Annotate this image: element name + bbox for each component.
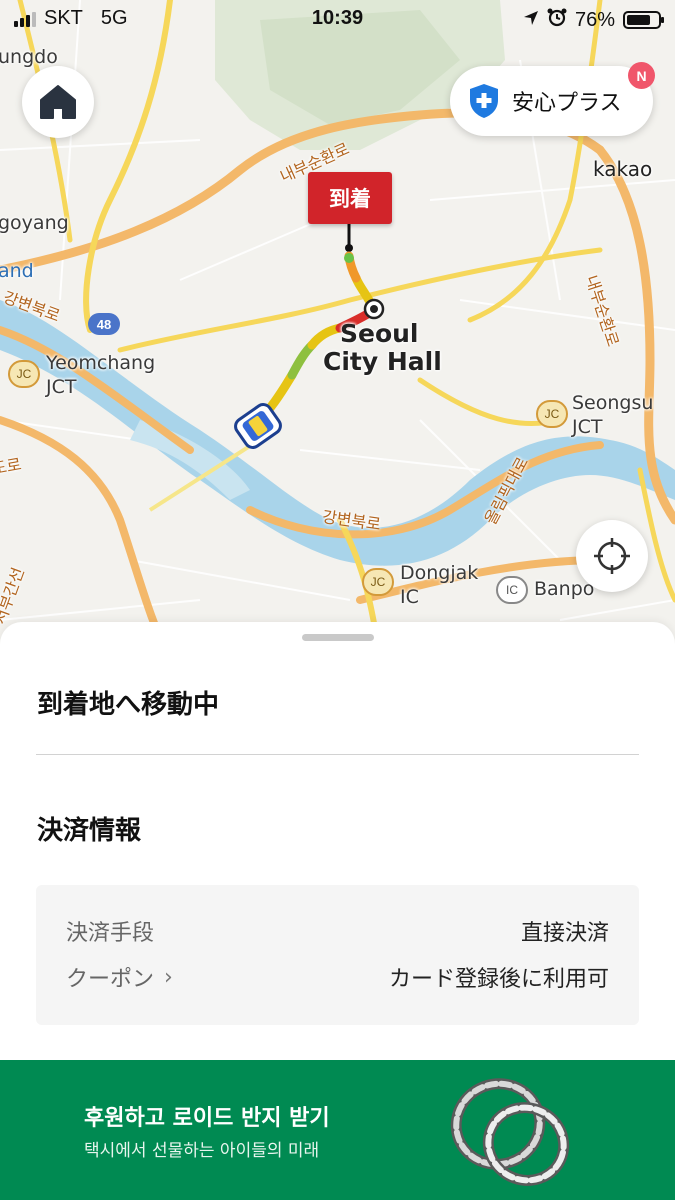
home-button[interactable] [22,66,94,138]
current-location-button[interactable] [576,520,648,592]
payment-method-row: 決済手段 直接決済 [66,915,609,947]
anshin-plus-button[interactable]: 安心プラス [450,66,653,136]
chevron-right-icon: › [164,964,173,990]
coupon-row[interactable]: クーポン › カード登録後に利用可 [66,961,609,993]
place-label-yeomchang: Yeomchang [46,352,156,374]
ic-badge-banpo: IC [496,576,528,604]
route-number-badge: 48 [88,313,120,335]
anshin-plus-label: 安心プラス [512,91,622,116]
jc-badge-seongsu: JC [536,400,568,428]
taxi-car-icon [228,398,288,454]
battery-percent: 76% [574,8,615,31]
place-label-and: and [0,260,34,282]
home-icon [40,85,76,119]
place-label-seoul: Seoul [340,319,419,348]
place-label-ungdo: ungdo [0,46,58,68]
place-label-goyang: goyang [0,212,69,234]
place-label-seongsu-jct: JCT [572,416,603,438]
coupon-link[interactable]: クーポン › [66,961,173,993]
place-label-seongsu: Seongsu [572,392,654,414]
new-badge: N [628,62,655,89]
sheet-drag-handle[interactable] [302,634,374,641]
shield-plus-icon [470,84,498,118]
chain-ring-image [450,1078,570,1186]
destination-tag: 到着 [308,172,392,224]
place-label-dongjak-ic: IC [400,586,419,608]
donation-banner[interactable]: 후원하고 로이드 반지 받기 택시에서 선물하는 아이들의 미래 [0,1060,675,1200]
trip-status-title: 到着地へ移動中 [37,690,220,720]
status-bar: SKT 5G 10:39 76% [0,0,675,38]
jc-badge-yeomchang: JC [8,360,40,388]
kakao-logo: kakao [593,157,653,181]
coupon-label: クーポン [66,967,155,992]
place-label-yeomchang-jct: JCT [46,376,77,398]
place-label-dongjak: Dongjak [400,562,479,584]
banner-title: 후원하고 로이드 반지 받기 [84,1106,330,1131]
jc-badge-dongjak: JC [362,568,394,596]
place-label-banpo: Banpo [534,578,595,600]
payment-info-box: 決済手段 直接決済 クーポン › カード登録後に利用可 [36,885,639,1025]
location-arrow-icon [523,9,539,32]
banner-subtitle: 택시에서 선물하는 아이들의 미래 [84,1141,320,1161]
battery-icon [623,11,664,29]
place-label-city-hall: City Hall [323,347,442,376]
alarm-icon [547,7,567,33]
coupon-value: カード登録後に利用可 [388,967,609,992]
map-view[interactable]: 내부순환로 내부순환로 강변북로 강변북로 올림픽대로 도로 서부간선 ungd… [0,0,675,660]
crosshair-icon [594,538,630,574]
payment-method-value: 直接決済 [520,921,609,946]
divider [36,754,639,755]
payment-section-title: 決済情報 [37,816,142,846]
payment-method-label: 決済手段 [66,921,155,946]
